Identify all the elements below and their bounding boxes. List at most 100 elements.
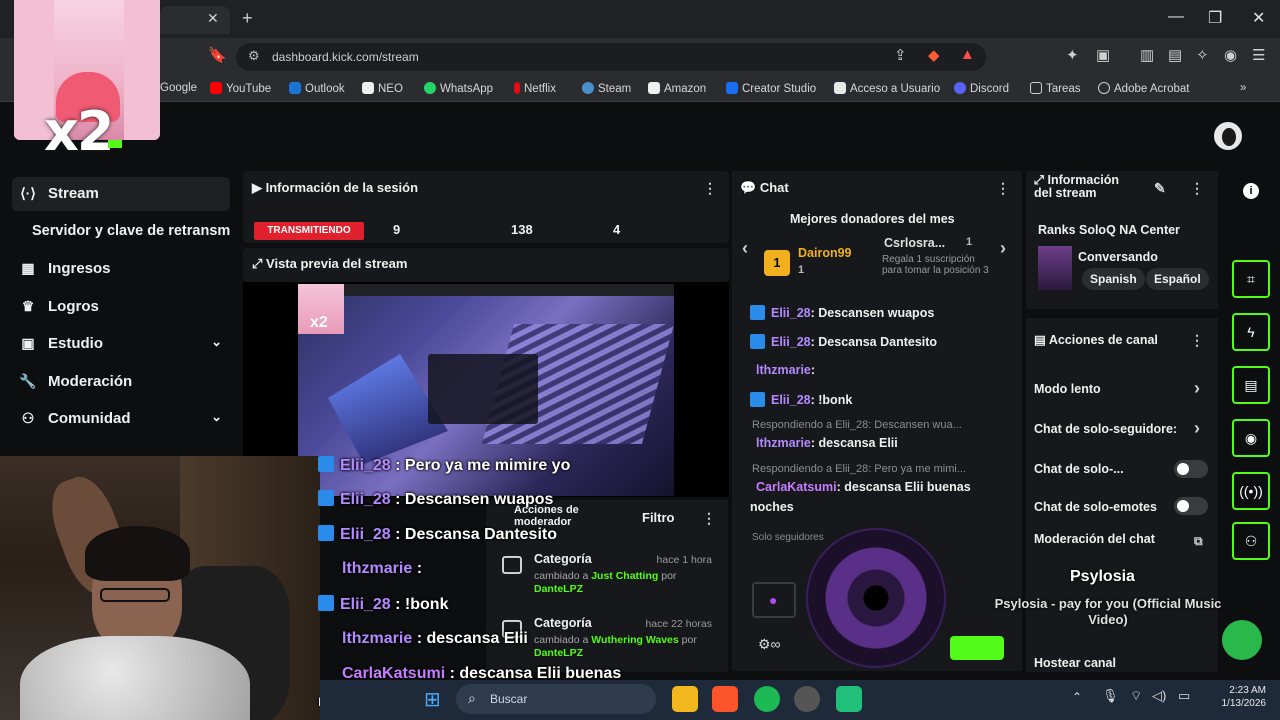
rail-button-users[interactable]: ⚇ — [1232, 522, 1270, 560]
emotes-only-toggle[interactable] — [1174, 497, 1208, 515]
bookmark-whatsapp[interactable]: WhatsApp — [424, 82, 493, 95]
sidebar-item-stream-key[interactable]: Servidor y clave de retransm — [12, 215, 230, 249]
sidebar-item-stream[interactable]: ⟨·⟩ Stream — [12, 177, 230, 211]
bookmark-netflix[interactable]: Netflix — [514, 82, 556, 95]
gift-sub-prompt[interactable]: Regala 1 suscripción para tomar la posic… — [882, 254, 992, 276]
sidebar-item-ingresos[interactable]: ▦ Ingresos — [12, 252, 230, 286]
lightning-icon: ϟ — [1247, 324, 1255, 340]
sidebar-item-moderacion[interactable]: 🔧 Moderación — [12, 365, 230, 399]
bookmark-amazon[interactable]: Amazon — [648, 82, 706, 95]
windows-start-icon[interactable]: ⊞ — [424, 687, 441, 712]
file-explorer-icon[interactable] — [672, 686, 698, 712]
host-channel-action[interactable]: Hostear canal — [1034, 656, 1116, 670]
wallet-icon[interactable]: ▣ — [1096, 46, 1110, 64]
bookmark-adobe[interactable]: Adobe Acrobat — [1098, 82, 1189, 95]
now-playing-overlay: Psylosia Psylosia - pay for you (Officia… — [978, 552, 1238, 652]
address-bar[interactable]: ⚙ dashboard.kick.com/stream — [236, 43, 986, 71]
bookmark-acceso[interactable]: Acceso a Usuario — [834, 82, 940, 95]
now-playing-artist: Psylosia — [1070, 568, 1135, 585]
bookmark-creator-studio[interactable]: Creator Studio — [726, 82, 816, 95]
donor-count: 1 — [798, 264, 805, 276]
chevron-right-icon[interactable]: › — [1194, 378, 1200, 399]
rail-button-broadcast[interactable]: ((•)) — [1232, 472, 1270, 510]
tray-chevron-up-icon[interactable]: ⌃ — [1072, 690, 1082, 704]
sidebar-item-logros[interactable]: ♛ Logros — [12, 290, 230, 324]
bookmark-icon[interactable]: 🔖 — [208, 46, 227, 64]
user-avatar[interactable] — [1212, 120, 1244, 152]
overlay-chat-line: Elii_28 : Pero ya me mimire yo — [318, 456, 570, 475]
browser-tab[interactable] — [160, 6, 230, 34]
settings-icon[interactable]: ⚙∞ — [758, 636, 781, 653]
activity-menu-icon[interactable]: ⋮ — [702, 510, 716, 527]
taskbar-search-placeholder: Buscar — [490, 692, 528, 706]
brave-shields-icon[interactable]: ◆ — [928, 46, 940, 64]
app-icon[interactable] — [836, 686, 862, 712]
tab-manager-icon[interactable]: ▤ — [1168, 46, 1182, 64]
multiplier-indicator — [108, 140, 122, 148]
address-row: 🔖 ⚙ dashboard.kick.com/stream ⇪ ◆ ▲ ✦ ▣ … — [0, 38, 1280, 76]
overlay-chat-line: Elii_28 : !bonk — [318, 595, 448, 614]
now-playing-title: Psylosia - pay for you (Official Music V… — [994, 596, 1222, 627]
share-icon[interactable]: ⇪ — [894, 46, 907, 64]
sidebar-toggle-icon[interactable]: ▥ — [1140, 46, 1154, 64]
edit-icon[interactable]: ✎ — [1154, 180, 1166, 197]
taskbar-search[interactable]: ⌕ Buscar — [456, 684, 656, 714]
subs-only-toggle[interactable] — [1174, 460, 1208, 478]
sidebar-item-estudio[interactable]: ▣ Estudio ⌄ — [12, 327, 230, 361]
maximize-icon[interactable]: ❐ — [1208, 8, 1222, 28]
bookmark-tareas[interactable]: Tareas — [1030, 82, 1081, 95]
bookmarks-overflow-icon[interactable]: » — [1240, 82, 1246, 94]
webcam-hair — [85, 526, 190, 581]
menu-icon[interactable]: ☰ — [1252, 46, 1265, 64]
rail-button-chat[interactable]: ◉ — [1232, 419, 1270, 457]
external-link-icon[interactable]: ⧉ — [1194, 534, 1203, 549]
obs-icon[interactable] — [794, 686, 820, 712]
volume-icon[interactable]: ◁) — [1152, 688, 1166, 704]
bookmark-discord[interactable]: Discord — [954, 82, 1009, 95]
battery-icon[interactable]: ▭ — [1178, 688, 1190, 704]
chat-menu-icon[interactable]: ⋮ — [996, 180, 1010, 197]
rail-button-flash[interactable]: ϟ — [1232, 313, 1270, 351]
microphone-icon: ● — [769, 592, 778, 608]
bookmark-google[interactable]: Google — [160, 82, 197, 94]
site-settings-icon[interactable]: ⚙ — [248, 48, 260, 64]
taskbar-clock[interactable]: 2:23 AM 1/13/2026 — [1206, 684, 1267, 710]
emote-picker-button[interactable]: ● — [752, 582, 796, 618]
spotify-icon[interactable] — [754, 686, 780, 712]
chevron-left-icon[interactable]: ‹ — [742, 238, 748, 259]
sidebar-item-comunidad[interactable]: ⚇ Comunidad ⌄ — [12, 402, 230, 436]
wifi-icon[interactable]: ⌔ — [1130, 688, 1142, 704]
brave-icon[interactable] — [712, 686, 738, 712]
chevron-right-icon[interactable]: › — [1000, 238, 1006, 259]
actions-menu-icon[interactable]: ⋮ — [1190, 332, 1204, 349]
extensions-icon[interactable]: ✦ — [1066, 46, 1079, 64]
tag-chip[interactable]: Español — [1146, 268, 1209, 290]
microphone-tray-icon[interactable]: 🎙 — [1102, 688, 1119, 704]
rail-button-scan[interactable]: ⌗ — [1232, 260, 1270, 298]
followers-only-action[interactable]: Chat de solo-seguidore: — [1034, 422, 1177, 436]
leo-icon[interactable]: ✧ — [1196, 46, 1209, 64]
tag-chip[interactable]: Spanish — [1082, 268, 1145, 290]
dashboard-header — [0, 103, 1280, 167]
wrench-icon: 🔧 — [19, 373, 37, 389]
bookmark-neo[interactable]: NEO — [362, 82, 403, 95]
new-tab-button[interactable]: + — [242, 8, 253, 29]
chat-moderation-action[interactable]: Moderación del chat — [1034, 532, 1155, 546]
chevron-down-icon: ⌄ — [211, 409, 222, 424]
minimize-icon[interactable]: — — [1168, 8, 1184, 26]
rewards-icon[interactable]: ▲ — [960, 46, 975, 63]
close-tab-icon[interactable]: ✕ — [207, 10, 219, 27]
green-fab[interactable] — [1222, 620, 1262, 660]
chevron-right-icon[interactable]: › — [1194, 418, 1200, 439]
bookmark-steam[interactable]: Steam — [582, 82, 631, 95]
bookmark-youtube[interactable]: YouTube — [210, 82, 271, 95]
vpn-icon[interactable]: ◉ — [1224, 46, 1237, 64]
slow-mode-action[interactable]: Modo lento — [1034, 382, 1101, 396]
bookmark-outlook[interactable]: Outlook — [289, 82, 345, 95]
window-close-icon[interactable]: ✕ — [1252, 8, 1265, 28]
activity-filter-label: Filtro — [642, 510, 675, 525]
session-menu-icon[interactable]: ⋮ — [703, 180, 717, 197]
info-menu-icon[interactable]: ⋮ — [1190, 180, 1204, 197]
rail-button-notes[interactable]: ▤ — [1232, 366, 1270, 404]
info-icon[interactable]: i — [1243, 183, 1259, 199]
